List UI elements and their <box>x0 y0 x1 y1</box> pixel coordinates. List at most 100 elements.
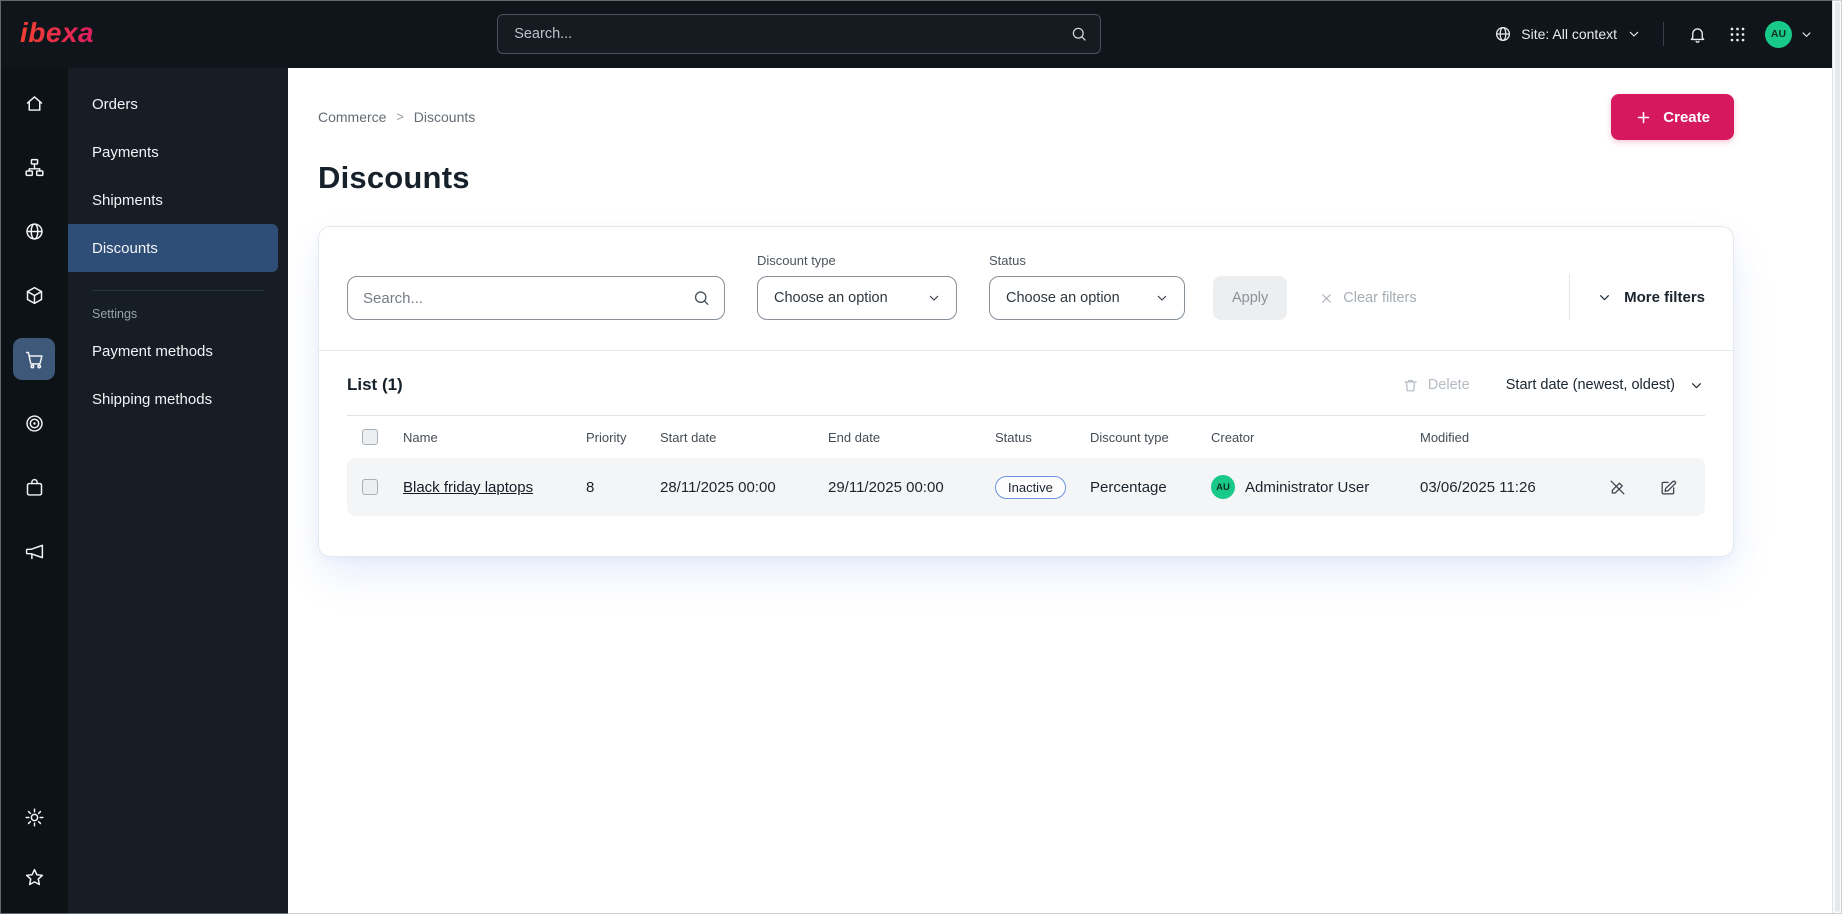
search-icon[interactable] <box>1070 25 1088 43</box>
chevron-down-icon <box>1600 294 1610 300</box>
discount-type-cell: Percentage <box>1090 478 1167 496</box>
grid-icon <box>1730 27 1745 41</box>
sort-dropdown-label: Start date (newest, oldest) <box>1505 377 1675 393</box>
search-icon[interactable] <box>692 289 711 308</box>
topbar-divider <box>1663 22 1664 46</box>
delete-button-label: Delete <box>1427 377 1470 393</box>
plus-icon <box>1638 111 1650 123</box>
icon-rail <box>0 68 68 914</box>
modified-cell: 03/06/2025 11:26 <box>1420 478 1536 496</box>
menu-section-settings: Settings <box>92 290 264 321</box>
topbar-center <box>104 14 1494 54</box>
gear-icon <box>24 807 44 827</box>
apps-grid-button[interactable] <box>1725 22 1750 47</box>
chevron-down-icon <box>1157 295 1167 301</box>
main-top: Commerce > Discounts Create <box>318 94 1734 140</box>
discount-start-date: 28/11/2025 00:00 <box>660 478 776 496</box>
menu-item-shipments[interactable]: Shipments <box>68 176 278 224</box>
nav-products-button[interactable] <box>13 274 55 316</box>
page-title: Discounts <box>318 160 470 195</box>
star-icon <box>25 868 43 885</box>
breadcrumb-separator: > <box>396 110 404 124</box>
commerce-menu: Orders Payments Shipments Discounts Sett… <box>68 68 288 914</box>
filter-discount-type: Discount type Choose an option <box>757 253 957 320</box>
status-label: Status <box>989 253 1026 268</box>
trash-icon <box>1404 379 1417 391</box>
status-value: Choose an option <box>1006 290 1120 306</box>
column-header-discount-type: Discount type <box>1090 429 1169 445</box>
list-title: List (1) <box>347 375 403 394</box>
column-header-modified: Modified <box>1420 429 1470 445</box>
scrollbar-thumb[interactable] <box>1835 2 1840 912</box>
table-header-row: Name Priority Start date End date Status… <box>347 415 1705 456</box>
menu-item-discounts[interactable]: Discounts <box>68 224 278 272</box>
row-checkbox[interactable] <box>362 479 378 495</box>
sort-dropdown[interactable]: Start date (newest, oldest) <box>1506 377 1705 394</box>
nav-content-button[interactable] <box>13 146 55 188</box>
nav-commerce-button[interactable] <box>13 338 55 380</box>
app-body: Orders Payments Shipments Discounts Sett… <box>0 68 1842 914</box>
bookmarks-button[interactable] <box>13 856 55 898</box>
discount-type-select[interactable]: Choose an option <box>757 276 957 320</box>
menu-item-payments[interactable]: Payments <box>68 128 278 176</box>
clear-filters-button[interactable]: Clear filters <box>1313 276 1422 320</box>
global-search-input[interactable] <box>497 14 1102 54</box>
pencil-slash-icon <box>1610 480 1625 494</box>
admin-settings-button[interactable] <box>13 796 55 838</box>
target-icon <box>25 414 43 432</box>
filter-search <box>347 276 725 320</box>
menu-item-orders[interactable]: Orders <box>68 80 278 128</box>
discount-priority: 8 <box>586 478 595 496</box>
status-select[interactable]: Choose an option <box>989 276 1185 320</box>
create-button[interactable]: Create <box>1611 94 1734 140</box>
discount-end-date: 29/11/2025 00:00 <box>828 478 944 496</box>
breadcrumb-discounts[interactable]: Discounts <box>414 109 475 125</box>
globe-icon <box>25 222 43 240</box>
menu-item-payment-methods[interactable]: Payment methods <box>68 327 278 375</box>
edit-button[interactable] <box>1656 475 1681 500</box>
discount-name-link[interactable]: Black friday laptops <box>403 479 533 496</box>
bag-icon <box>26 478 42 496</box>
creator-avatar: AU <box>1211 475 1235 499</box>
create-button-label: Create <box>1663 108 1710 126</box>
nav-campaigns-button[interactable] <box>13 530 55 572</box>
breadcrumb: Commerce > Discounts <box>318 109 475 125</box>
clear-filters-label: Clear filters <box>1343 290 1417 306</box>
discount-type-value: Choose an option <box>774 290 888 306</box>
nav-personalization-button[interactable] <box>13 402 55 444</box>
filter-search-input[interactable] <box>347 276 725 320</box>
list-header: List (1) Delete Start date (newest, olde… <box>347 375 1705 395</box>
select-all-checkbox[interactable] <box>362 429 378 445</box>
nav-workspace-button[interactable] <box>13 466 55 508</box>
menu-item-shipping-methods[interactable]: Shipping methods <box>68 375 278 423</box>
more-filters-toggle[interactable]: More filters <box>1569 274 1705 320</box>
column-header-status: Status <box>995 429 1032 445</box>
manage-codes-button[interactable] <box>1605 475 1630 500</box>
sitemap-icon <box>24 158 44 176</box>
user-menu[interactable]: AU <box>1765 20 1814 48</box>
discounts-card: Discount type Choose an option Status Ch… <box>318 226 1734 557</box>
ibexa-logo[interactable]: ibexa <box>18 15 104 53</box>
avatar: AU <box>1765 20 1792 48</box>
filters-bar: Discount type Choose an option Status Ch… <box>319 227 1733 350</box>
megaphone-icon <box>25 544 43 559</box>
discount-type-label: Discount type <box>757 253 836 268</box>
close-icon <box>1322 293 1332 303</box>
app-window: ibexa Site: All context <box>0 0 1842 914</box>
bell-icon <box>1690 27 1705 43</box>
page-scrollbar[interactable] <box>1832 0 1842 914</box>
topbar-right: Site: All context AU <box>1494 20 1814 48</box>
column-header-name: Name <box>403 429 438 445</box>
global-search <box>497 14 1102 54</box>
rail-bottom <box>13 796 55 898</box>
nav-home-button[interactable] <box>13 82 55 124</box>
nav-site-button[interactable] <box>13 210 55 252</box>
notifications-button[interactable] <box>1685 22 1710 47</box>
list-actions: Delete Start date (newest, oldest) <box>1396 376 1705 395</box>
site-context-selector[interactable]: Site: All context <box>1494 25 1642 43</box>
box-icon <box>26 286 42 304</box>
apply-button[interactable]: Apply <box>1213 276 1288 320</box>
chevron-down-icon <box>1692 382 1701 388</box>
breadcrumb-commerce[interactable]: Commerce <box>318 109 386 125</box>
delete-button[interactable]: Delete <box>1396 376 1476 395</box>
